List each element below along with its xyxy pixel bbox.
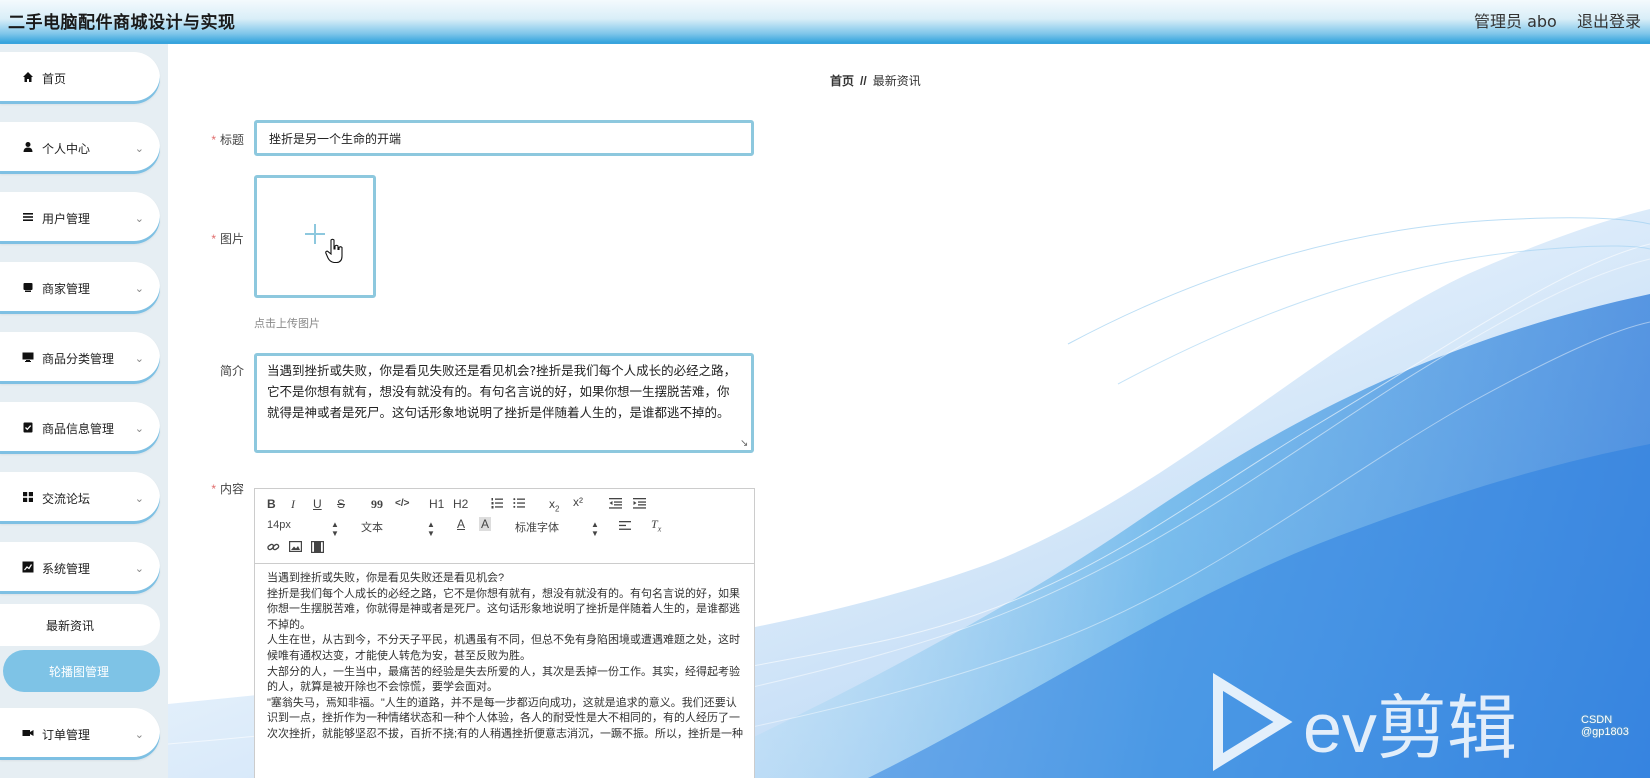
editor-toolbar: B I U S 99 </> H1 H2 x2 x² 14px ▲ ▼ 文本 ▲… [255,489,754,564]
sidebar-item-forum[interactable]: 交流论坛 ⌄ [0,472,160,524]
sidebar-item-user-management[interactable]: 用户管理 ⌄ [0,192,160,244]
link-icon[interactable] [267,541,280,557]
app-title: 二手电脑配件商城设计与实现 [8,13,236,33]
heading1-button[interactable]: H1 [429,497,444,511]
ev-watermark-text: ev剪辑 [1303,689,1517,767]
upload-hint: 点击上传图片 [254,318,320,330]
monitor-icon [20,351,36,366]
background-color-icon[interactable]: A [479,517,492,531]
sidebar-item-label: 系统管理 [42,561,91,576]
grid-icon [20,491,36,506]
hand-pointer-icon [325,238,345,268]
home-icon [20,71,36,86]
sidebar-item-home[interactable]: 首页 [0,52,160,104]
sidebar-item-label: 商品信息管理 [42,421,115,436]
sidebar-subitem-carousel-management[interactable]: 轮播图管理 [3,650,160,692]
indent-icon[interactable] [633,497,646,513]
select-arrows-icon: ▲ ▼ [591,520,599,538]
sidebar-subitem-latest-news[interactable]: 最新资讯 [0,604,160,646]
top-header: 二手电脑配件商城设计与实现 管理员 abo 退出登录 [0,0,1650,44]
sidebar-item-label: 商家管理 [42,281,91,296]
align-left-icon[interactable] [619,520,631,535]
rich-text-editor[interactable]: B I U S 99 </> H1 H2 x2 x² 14px ▲ ▼ 文本 ▲… [254,488,755,778]
underline-button[interactable]: U [313,497,322,511]
chevron-down-icon: ⌄ [134,728,144,741]
sidebar-item-category-management[interactable]: 商品分类管理 ⌄ [0,332,160,384]
chevron-down-icon: ⌄ [134,562,144,575]
sidebar-item-merchant-management[interactable]: 商家管理 ⌄ [0,262,160,314]
video-icon [20,727,36,742]
sidebar-item-label: 用户管理 [42,211,91,226]
italic-button[interactable]: I [291,497,295,512]
sidebar-item-label: 交流论坛 [42,491,91,506]
heading2-button[interactable]: H2 [453,497,468,511]
user-icon [20,141,36,156]
clipboard-check-icon [20,421,36,436]
font-family-select[interactable]: 标准字体 ▲ ▼ [515,519,599,538]
select-arrows-icon: ▲ ▼ [427,520,435,538]
store-icon [20,281,36,296]
logout-link[interactable]: 退出登录 [1577,8,1641,32]
title-label: * 标题 [211,133,244,147]
list-icon [20,211,36,226]
main-content: 首页 // 最新资讯 *标题 *图片 点击上传图片 简介 当遇到挫折或失败，你是看见… [168,44,1650,778]
sidebar-item-personal-center[interactable]: 个人中心 ⌄ [0,122,160,174]
image-label: * 图片 [211,232,244,246]
select-arrows-icon: ▲ ▼ [331,520,339,538]
admin-label: 管理员 abo [1474,12,1557,31]
sidebar-item-label: 个人中心 [42,141,91,156]
clear-format-icon[interactable]: Tx [651,517,661,533]
code-block-button[interactable]: </> [395,498,409,509]
chevron-down-icon: ⌄ [134,422,144,435]
plus-icon [305,224,325,244]
chevron-down-icon: ⌄ [134,352,144,365]
sidebar-item-system-management[interactable]: 系统管理 ⌄ [0,542,160,594]
font-size-select[interactable]: 14px ▲ ▼ [267,519,339,538]
intro-label: 简介 [219,364,244,378]
ev-logo-watermark: ev剪辑 [1213,673,1517,771]
chart-icon [20,561,36,576]
paragraph-select[interactable]: 文本 ▲ ▼ [361,519,435,538]
chevron-down-icon: ⌄ [134,142,144,155]
chevron-down-icon: ⌄ [134,492,144,505]
breadcrumb-home[interactable]: 首页 [830,74,854,88]
editor-content[interactable]: 当遇到挫折或失败，你是看见失败还是看见机会? 挫折是我们每个人成长的必经之路，它… [267,571,745,743]
strikethrough-button[interactable]: S [337,497,345,511]
breadcrumb-separator: // [860,74,867,88]
sidebar-item-label: 订单管理 [42,727,91,742]
sidebar-item-label: 商品分类管理 [42,351,115,366]
image-icon[interactable] [289,541,303,556]
csdn-watermark: CSDN @gp1803 [1581,714,1629,738]
image-upload-box[interactable] [254,175,376,298]
subscript-button[interactable]: x2 [549,497,559,513]
video-embed-icon[interactable] [311,541,325,557]
resize-grip-icon[interactable]: ↘ [740,438,748,449]
breadcrumb: 首页 // 最新资讯 [830,72,921,89]
sidebar-item-product-management[interactable]: 商品信息管理 ⌄ [0,402,160,454]
unordered-list-icon[interactable] [513,497,525,513]
title-input[interactable] [254,120,754,156]
font-color-icon[interactable]: A [457,517,465,531]
bold-button[interactable]: B [267,497,276,511]
content-label: * 内容 [211,482,244,496]
blockquote-button[interactable]: 99 [371,497,383,512]
ordered-list-icon[interactable] [491,497,503,513]
sidebar-item-label: 首页 [42,71,67,86]
breadcrumb-current: 最新资讯 [872,74,921,88]
outdent-icon[interactable] [609,497,622,513]
superscript-button[interactable]: x² [573,495,583,509]
intro-textarea[interactable]: 当遇到挫折或失败，你是看见失败还是看见机会?挫折是我们每个人成长的必经之路，它不… [254,353,754,453]
chevron-down-icon: ⌄ [134,212,144,225]
chevron-down-icon: ⌄ [134,282,144,295]
sidebar: 首页 个人中心 ⌄ 用户管理 ⌄ 商家管理 ⌄ 商品分类管理 ⌄ 商品信息管理 … [0,44,168,778]
sidebar-item-order-management[interactable]: 订单管理 ⌄ [0,708,160,760]
